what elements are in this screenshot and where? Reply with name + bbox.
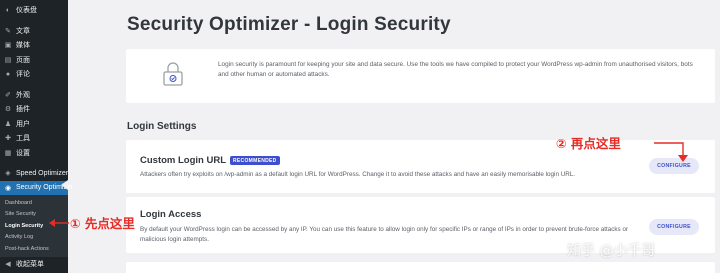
sidebar-item-media[interactable]: ▣ 媒体 — [0, 38, 68, 53]
card-description: By default your WordPress login can be a… — [140, 226, 629, 243]
padlock-icon — [163, 62, 183, 86]
sidebar-item-label: 文章 — [16, 27, 30, 35]
speed-optimizer-icon: ◈ — [5, 170, 11, 178]
media-icon: ▣ — [4, 42, 12, 50]
custom-login-url-card: Custom Login URL RECOMMENDED Attackers o… — [126, 140, 715, 193]
section-title: Login Settings — [127, 121, 197, 132]
submenu-item-activity-log[interactable]: Activity Log — [0, 232, 68, 244]
admin-sidebar: ◐ 仪表盘 ✎ 文章 ▣ 媒体 ▤ 页面 ● 评论 ✐ 外观 ⚙ 插件 ♟ 用户… — [0, 0, 73, 273]
annotation-arrow-left — [49, 219, 69, 227]
page-title: Security Optimizer - Login Security — [127, 14, 451, 35]
main-content: Security Optimizer - Login Security Logi… — [68, 0, 720, 273]
sidebar-item-label: 用户 — [16, 120, 30, 128]
sidebar-item-label: 收起菜单 — [16, 260, 44, 268]
brush-icon: ✐ — [5, 91, 11, 99]
annotation-arrow-down — [654, 142, 688, 162]
wrench-icon: ✚ — [5, 135, 11, 143]
sidebar-item-appearance[interactable]: ✐ 外观 — [0, 88, 68, 103]
sidebar-item-label: 插件 — [16, 106, 30, 114]
current-page-pointer — [61, 180, 68, 190]
sidebar-item-users[interactable]: ♟ 用户 — [0, 117, 68, 132]
sidebar-item-pages[interactable]: ▤ 页面 — [0, 53, 68, 68]
sidebar-item-posts[interactable]: ✎ 文章 — [0, 24, 68, 39]
sidebar-item-comments[interactable]: ● 评论 — [0, 67, 68, 82]
sidebar-item-label: 媒体 — [16, 42, 30, 50]
recommended-badge: RECOMMENDED — [230, 156, 280, 165]
sidebar-item-dashboard[interactable]: ◐ 仪表盘 — [0, 3, 68, 18]
submenu-item-post-hack-actions[interactable]: Post-hack Actions — [0, 243, 68, 255]
sidebar-item-security-optimizer[interactable]: ◉ Security Optimizer — [0, 180, 73, 195]
sidebar-item-label: 设置 — [16, 149, 30, 157]
card-title: Login Access — [140, 209, 201, 220]
sidebar-item-speed-optimizer[interactable]: ◈ Speed Optimizer — [0, 166, 68, 181]
user-icon: ♟ — [4, 120, 12, 128]
dashboard-icon: ◐ — [5, 6, 11, 14]
intro-card: Login security is paramount for keeping … — [126, 49, 715, 103]
card-title: Custom Login URL RECOMMENDED — [140, 155, 280, 166]
annotation-step-2: ② 再点这里 — [556, 136, 621, 151]
security-optimizer-icon: ◉ — [4, 184, 12, 192]
sidebar-item-plugins[interactable]: ⚙ 插件 — [0, 102, 68, 117]
card-title-text: Custom Login URL — [140, 155, 227, 166]
sidebar-item-label: 仪表盘 — [16, 7, 37, 15]
sidebar-collapse-menu[interactable]: ◀ 收起菜单 — [0, 257, 68, 272]
sidebar-item-label: 页面 — [16, 56, 30, 64]
configure-login-access-button[interactable]: CONFIGURE — [649, 219, 699, 235]
sidebar-item-tools[interactable]: ✚ 工具 — [0, 131, 68, 146]
sidebar-item-label: 外观 — [16, 91, 30, 99]
intro-text: Login security is paramount for keeping … — [218, 61, 693, 78]
card-description: Attackers often try exploits on /wp-admi… — [140, 171, 576, 178]
sidebar-item-label: 工具 — [16, 135, 30, 143]
collapse-icon: ◀ — [5, 260, 11, 268]
plugin-icon: ⚙ — [4, 106, 12, 114]
sidebar-item-label: 评论 — [16, 71, 30, 79]
sidebar-item-label: Speed Optimizer — [16, 169, 69, 177]
watermark: 知乎 @小千哥 — [567, 243, 656, 259]
page-icon: ▤ — [4, 56, 12, 64]
card-title-text: Login Access — [140, 209, 202, 220]
annotation-step-1: ① 先点这里 — [70, 216, 135, 231]
comment-icon: ● — [5, 70, 11, 78]
pin-icon: ✎ — [5, 27, 11, 35]
settings-icon: ▦ — [4, 149, 12, 157]
sidebar-item-settings[interactable]: ▦ 设置 — [0, 146, 68, 161]
next-settings-card — [126, 262, 715, 273]
submenu-item-dashboard[interactable]: Dashboard — [0, 197, 68, 209]
